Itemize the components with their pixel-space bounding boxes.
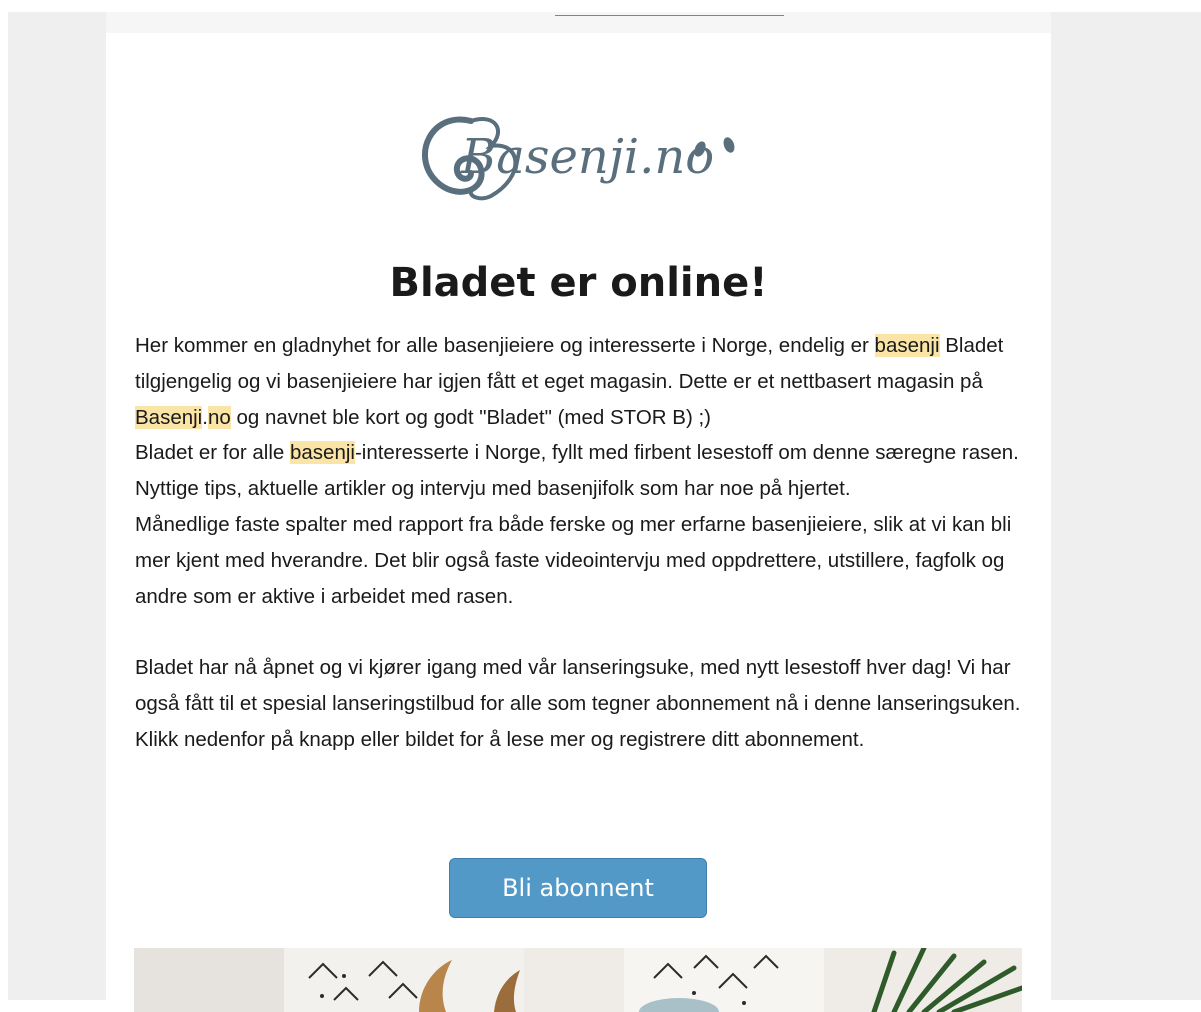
subscribe-button[interactable]: Bli abonnent [449, 858, 707, 918]
email-background: Basenji.no Bladet er online! Her kommer … [8, 12, 1201, 1012]
email-card: Basenji.no Bladet er online! Her kommer … [106, 33, 1051, 1012]
basenji-logo[interactable]: Basenji.no [411, 101, 751, 221]
hero-pattern-image [134, 948, 1022, 1012]
logo-wordmark: Basenji.no [461, 129, 715, 185]
body-p1-text: og navnet ble kort og godt "Bladet" (med… [230, 405, 711, 429]
body-p2-text: Bladet er for alle [135, 441, 290, 465]
hero-image[interactable] [134, 948, 1022, 1012]
body-p3-text: Månedlige faste spalter med rapport fra … [135, 512, 1012, 608]
highlight-basenji: basenji [289, 441, 355, 465]
email-viewport: Basenji.no Bladet er online! Her kommer … [0, 0, 1201, 1012]
body-p4-text: Bladet har nå åpnet og vi kjører igang m… [135, 656, 1021, 751]
preheader-strip [106, 12, 1051, 33]
email-headline: Bladet er online! [389, 260, 768, 306]
view-in-browser-link[interactable] [555, 12, 784, 16]
highlight-basenji: basenji [874, 334, 940, 357]
highlight-basenji-site: Basenji [135, 405, 203, 429]
body-p1-text: Her kommer en gladnyhet for alle basenji… [135, 334, 875, 357]
email-body: Her kommer en gladnyhet for alle basenji… [135, 328, 1030, 758]
highlight-no: no [207, 405, 231, 429]
